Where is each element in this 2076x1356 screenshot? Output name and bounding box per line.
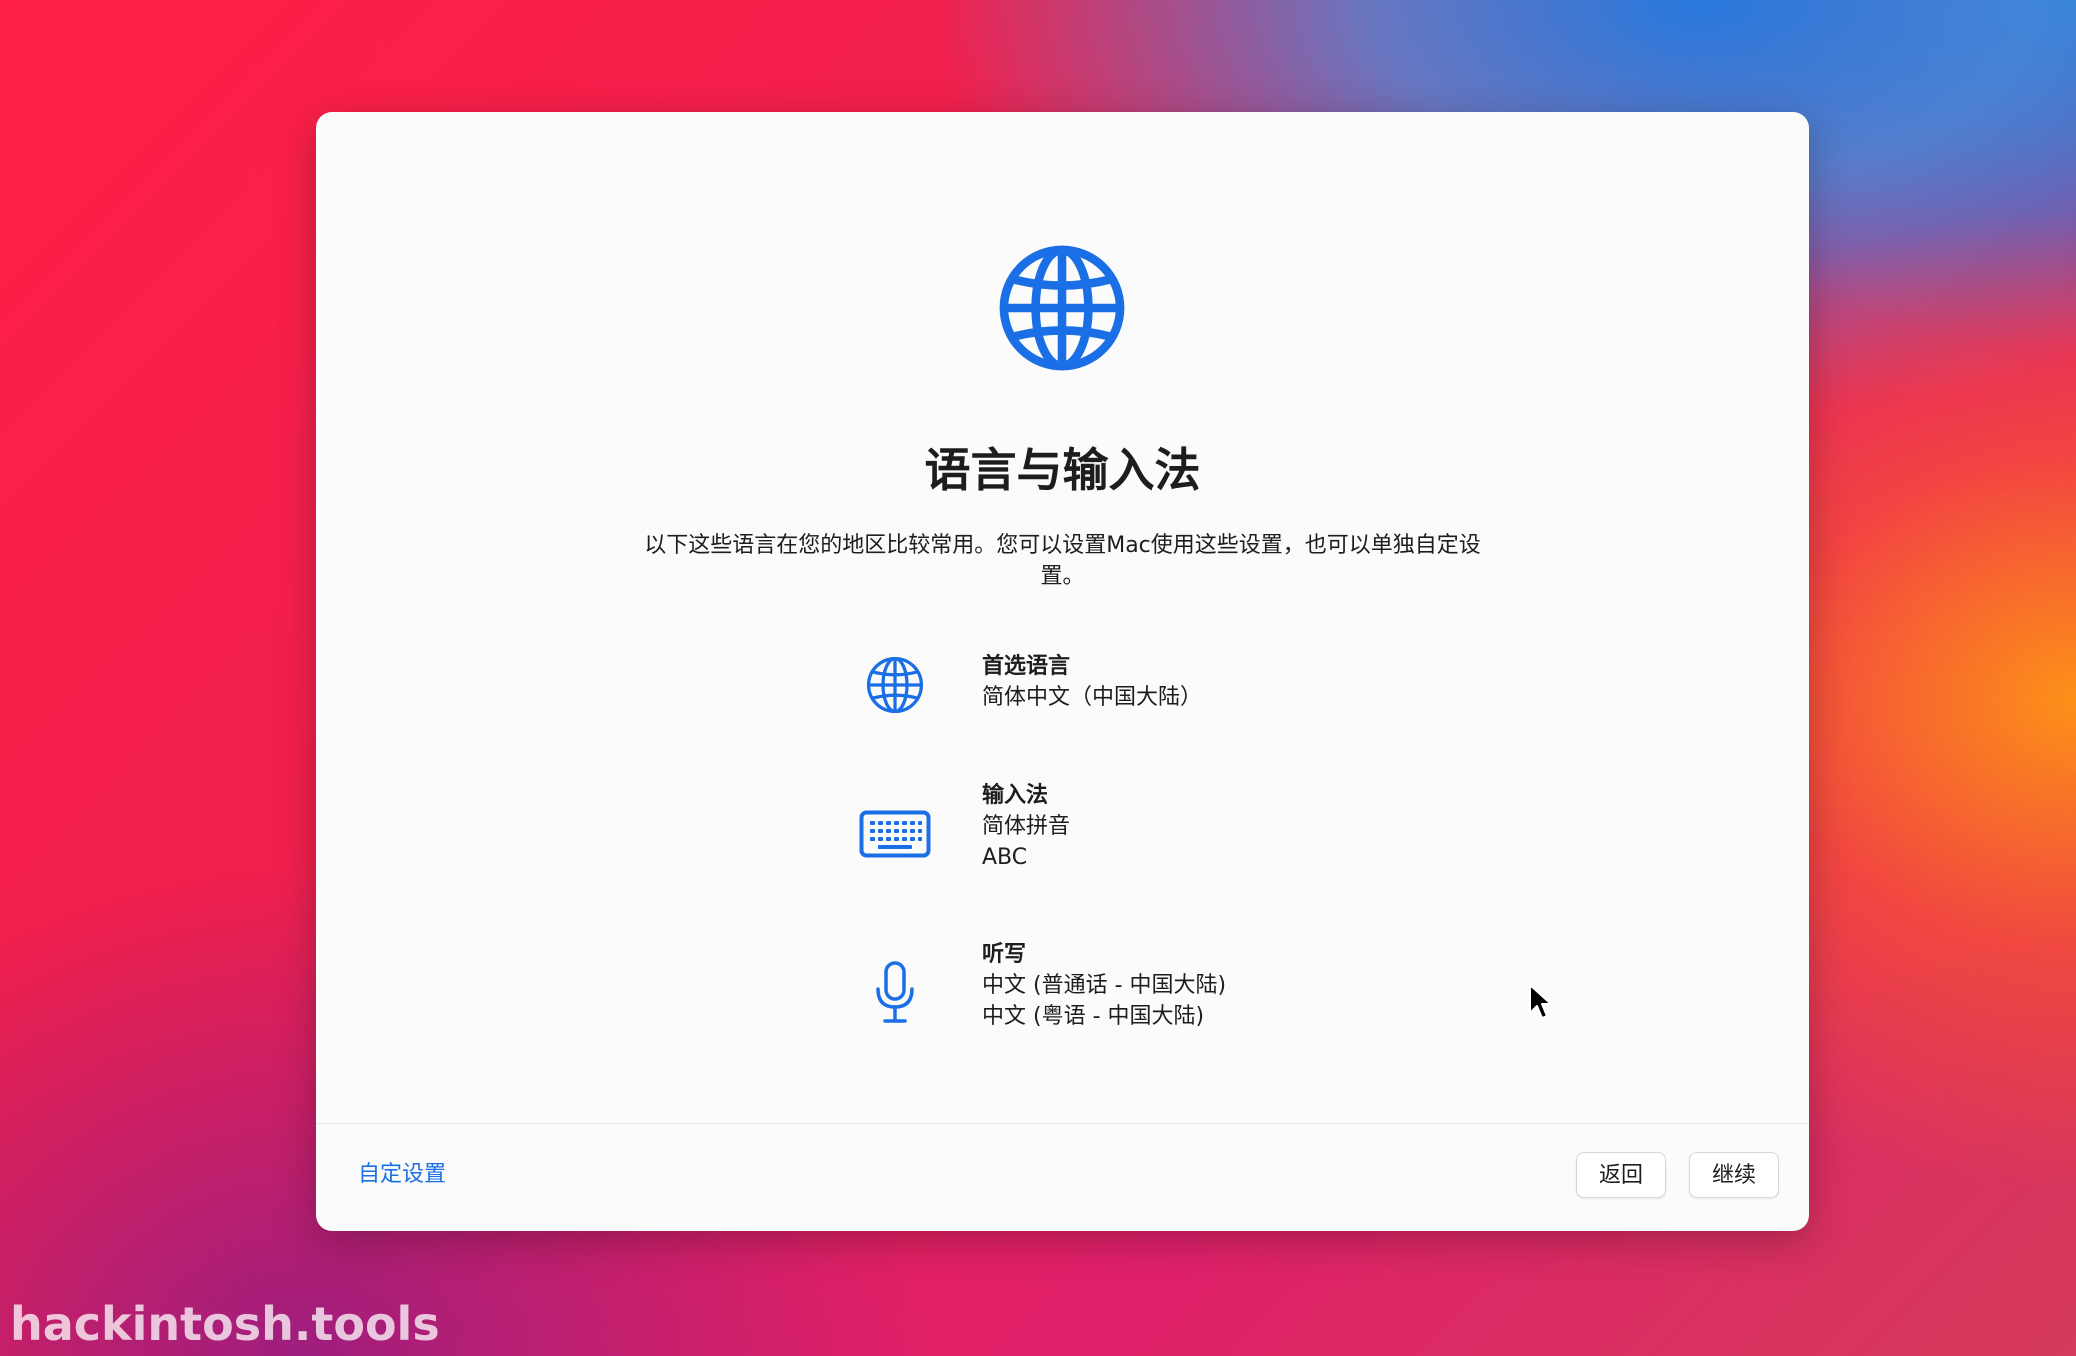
microphone-icon bbox=[856, 960, 934, 1026]
footer-divider bbox=[316, 1123, 1809, 1124]
globe-icon bbox=[999, 245, 1125, 371]
input-method-value: 简体拼音 bbox=[982, 814, 1071, 839]
customize-settings-link[interactable]: 自定设置 bbox=[358, 1160, 446, 1190]
page-title: 语言与输入法 bbox=[924, 443, 1201, 497]
preferred-language-value: 简体中文（中国大陆） bbox=[982, 685, 1203, 710]
input-method-label: 输入法 bbox=[982, 783, 1049, 808]
mouse-cursor-icon bbox=[1529, 984, 1552, 1019]
dictation-label: 听写 bbox=[982, 942, 1027, 967]
dictation-value: 中文 (普通话 - 中国大陆) bbox=[982, 973, 1227, 998]
back-button[interactable]: 返回 bbox=[1576, 1152, 1666, 1198]
continue-button[interactable]: 继续 bbox=[1689, 1152, 1779, 1198]
setup-assistant-window: 语言与输入法 以下这些语言在您的地区比较常用。您可以设置Mac使用这些设置，也可… bbox=[316, 112, 1809, 1231]
globe-icon bbox=[856, 652, 934, 718]
dictation-value: 中文 (粤语 - 中国大陆) bbox=[982, 1004, 1205, 1029]
watermark-text: hackintosh.tools bbox=[10, 1297, 440, 1351]
input-method-value: ABC bbox=[982, 845, 1028, 870]
page-description: 以下这些语言在您的地区比较常用。您可以设置Mac使用这些设置，也可以单独自定设置… bbox=[644, 533, 1481, 589]
keyboard-icon bbox=[856, 801, 934, 867]
desktop-background: 语言与输入法 以下这些语言在您的地区比较常用。您可以设置Mac使用这些设置，也可… bbox=[0, 0, 2076, 1356]
preferred-language-label: 首选语言 bbox=[982, 654, 1071, 679]
